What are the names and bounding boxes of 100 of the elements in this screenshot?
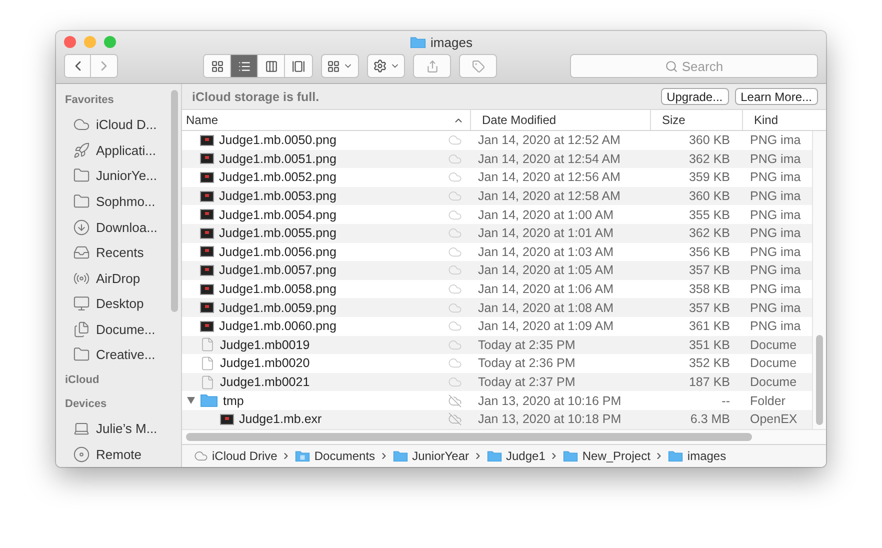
date-text: Today at 2:36 PM <box>478 356 576 370</box>
disc-icon <box>73 446 90 463</box>
document-icon <box>200 356 215 371</box>
file-name: Judge1.mb.0053.png <box>219 189 338 204</box>
size-text: 355 KB <box>688 208 730 222</box>
tray-icon <box>73 244 90 262</box>
image-file-icon <box>200 246 214 258</box>
sidebar-item[interactable]: Sophmo... <box>96 194 156 210</box>
list-icon <box>238 60 250 72</box>
column-title[interactable]: Size <box>662 113 686 127</box>
image-file-icon <box>200 302 214 314</box>
sidebar-item[interactable]: Docume... <box>96 322 156 337</box>
file-row[interactable]: Judge1.mb.0057.png Jan 14, 2020 at 1:05 AM 357 KB PNG ima <box>182 261 812 280</box>
documents-icon <box>73 320 90 338</box>
sidebar-item[interactable]: Recents <box>96 245 144 260</box>
file-row[interactable]: Judge1.mb.0056.png Jan 14, 2020 at 1:03 AM 356 KB PNG ima <box>182 242 812 262</box>
image-file-icon <box>200 209 214 220</box>
grid-icon <box>210 60 224 72</box>
sidebar-item[interactable]: Applicati... <box>96 142 156 158</box>
file-name: Judge1.mb.0055.png <box>219 226 338 240</box>
sidebar-item[interactable]: Desktop <box>96 296 144 312</box>
path-item[interactable]: iCloud Drive <box>212 449 278 463</box>
file-name: Judge1.mb.0060.png <box>219 319 338 334</box>
size-text: 357 KB <box>688 263 730 278</box>
minimize-button[interactable] <box>84 36 96 48</box>
view-button[interactable] <box>204 55 231 77</box>
path-item[interactable]: JuniorYear <box>412 449 469 463</box>
file-row[interactable]: Judge1.mb0021 Today at 2:37 PM 187 KB Docume <box>182 372 812 392</box>
view-button[interactable] <box>231 55 258 77</box>
file-row[interactable]: Judge1.mb.0051.png Jan 14, 2020 at 12:54 AM 362 KB PNG ima <box>182 150 812 168</box>
file-name: Judge1.mb0020 <box>220 356 311 370</box>
download-icon <box>73 218 90 236</box>
size-text: 187 KB <box>688 375 730 390</box>
scrollbar-thumb[interactable] <box>171 90 178 312</box>
folder-icon <box>393 450 408 462</box>
document-icon <box>200 337 215 352</box>
sidebar-item[interactable]: iCloud D... <box>96 117 157 132</box>
date-text: Jan 13, 2020 at 10:16 PM <box>478 394 622 408</box>
kind-text: PNG ima <box>750 282 801 296</box>
file-row[interactable]: Judge1.mb.0055.png Jan 14, 2020 at 1:01 AM 362 KB PNG ima <box>182 224 812 243</box>
file-name: Judge1.mb0021 <box>220 375 311 390</box>
folder-icon <box>563 450 578 462</box>
image-file-icon <box>200 284 214 295</box>
column-title[interactable]: Kind <box>754 113 778 127</box>
sidebar-heading: iCloud <box>65 374 100 386</box>
folder-icon <box>73 193 90 210</box>
zoom-button[interactable] <box>104 36 116 48</box>
group-button[interactable] <box>321 54 359 78</box>
file-row[interactable]: Judge1.mb.exr Jan 13, 2020 at 10:18 PM 6.3 MB OpenEX <box>182 410 812 428</box>
sidebar-heading: Favorites <box>65 94 115 106</box>
sidebar-item[interactable]: Creative... <box>96 347 156 362</box>
kind-text: PNG ima <box>750 300 801 315</box>
banner-button[interactable]: Learn More... <box>734 88 818 105</box>
sidebar-item[interactable]: Downloa... <box>96 220 158 235</box>
file-name: Judge1.mb.exr <box>239 412 323 426</box>
path-item[interactable]: images <box>687 449 726 463</box>
scrollbar-thumb[interactable] <box>816 335 823 425</box>
banner-button[interactable]: Upgrade... <box>660 88 729 105</box>
path-item[interactable]: Judge1 <box>506 449 546 463</box>
kind-text: Docume <box>750 338 797 352</box>
folder-icon <box>668 450 684 462</box>
kind-text: PNG ima <box>750 133 801 148</box>
path-item[interactable]: Documents <box>314 449 376 463</box>
sidebar-item[interactable]: Julie’s M... <box>96 421 158 436</box>
back-button[interactable] <box>65 55 91 77</box>
column-title[interactable]: Name <box>186 113 218 127</box>
kind-text: PNG ima <box>750 319 801 334</box>
kind-text: PNG ima <box>750 263 801 278</box>
size-text: 351 KB <box>688 338 730 352</box>
action-button[interactable] <box>367 54 405 78</box>
file-row[interactable]: Judge1.mb0019 Today at 2:35 PM 351 KB Docume <box>182 336 812 354</box>
share-button[interactable] <box>413 54 451 78</box>
sidebar-item[interactable]: Remote <box>96 446 142 462</box>
size-text: 357 KB <box>688 300 730 315</box>
columns-icon <box>264 60 278 72</box>
kind-text: OpenEX <box>750 412 798 426</box>
file-name: Judge1.mb.0050.png <box>219 133 338 148</box>
date-text: Jan 14, 2020 at 12:56 AM <box>478 170 620 184</box>
sidebar-item[interactable]: JuniorYe... <box>96 168 157 184</box>
scrollbar-thumb[interactable] <box>186 433 752 441</box>
image-file-icon <box>200 228 214 239</box>
tag-button[interactable] <box>459 54 497 78</box>
tag-icon <box>472 60 484 72</box>
cloud-icon <box>194 449 208 463</box>
close-button[interactable] <box>64 36 76 48</box>
column-title[interactable]: Date Modified <box>482 113 556 127</box>
file-row[interactable]: Judge1.mb.0059.png Jan 14, 2020 at 1:08 AM 357 KB PNG ima <box>182 298 812 317</box>
image-file-icon <box>200 264 214 276</box>
kind-text: Docume <box>750 375 797 390</box>
kind-text: Folder <box>750 394 786 408</box>
folder-icon <box>487 450 502 462</box>
date-text: Jan 14, 2020 at 1:06 AM <box>478 282 614 296</box>
path-item[interactable]: New_Project <box>582 449 650 463</box>
folder-icon <box>410 36 426 48</box>
sidebar-item[interactable]: AirDrop <box>96 270 140 286</box>
file-name: Judge1.mb.0051.png <box>219 152 338 166</box>
file-row[interactable]: Judge1.mb.0053.png Jan 14, 2020 at 12:58 AM 360 KB PNG ima <box>182 186 812 206</box>
image-file-icon <box>200 320 214 332</box>
date-text: Today at 2:35 PM <box>478 338 576 352</box>
document-icon <box>200 374 215 390</box>
